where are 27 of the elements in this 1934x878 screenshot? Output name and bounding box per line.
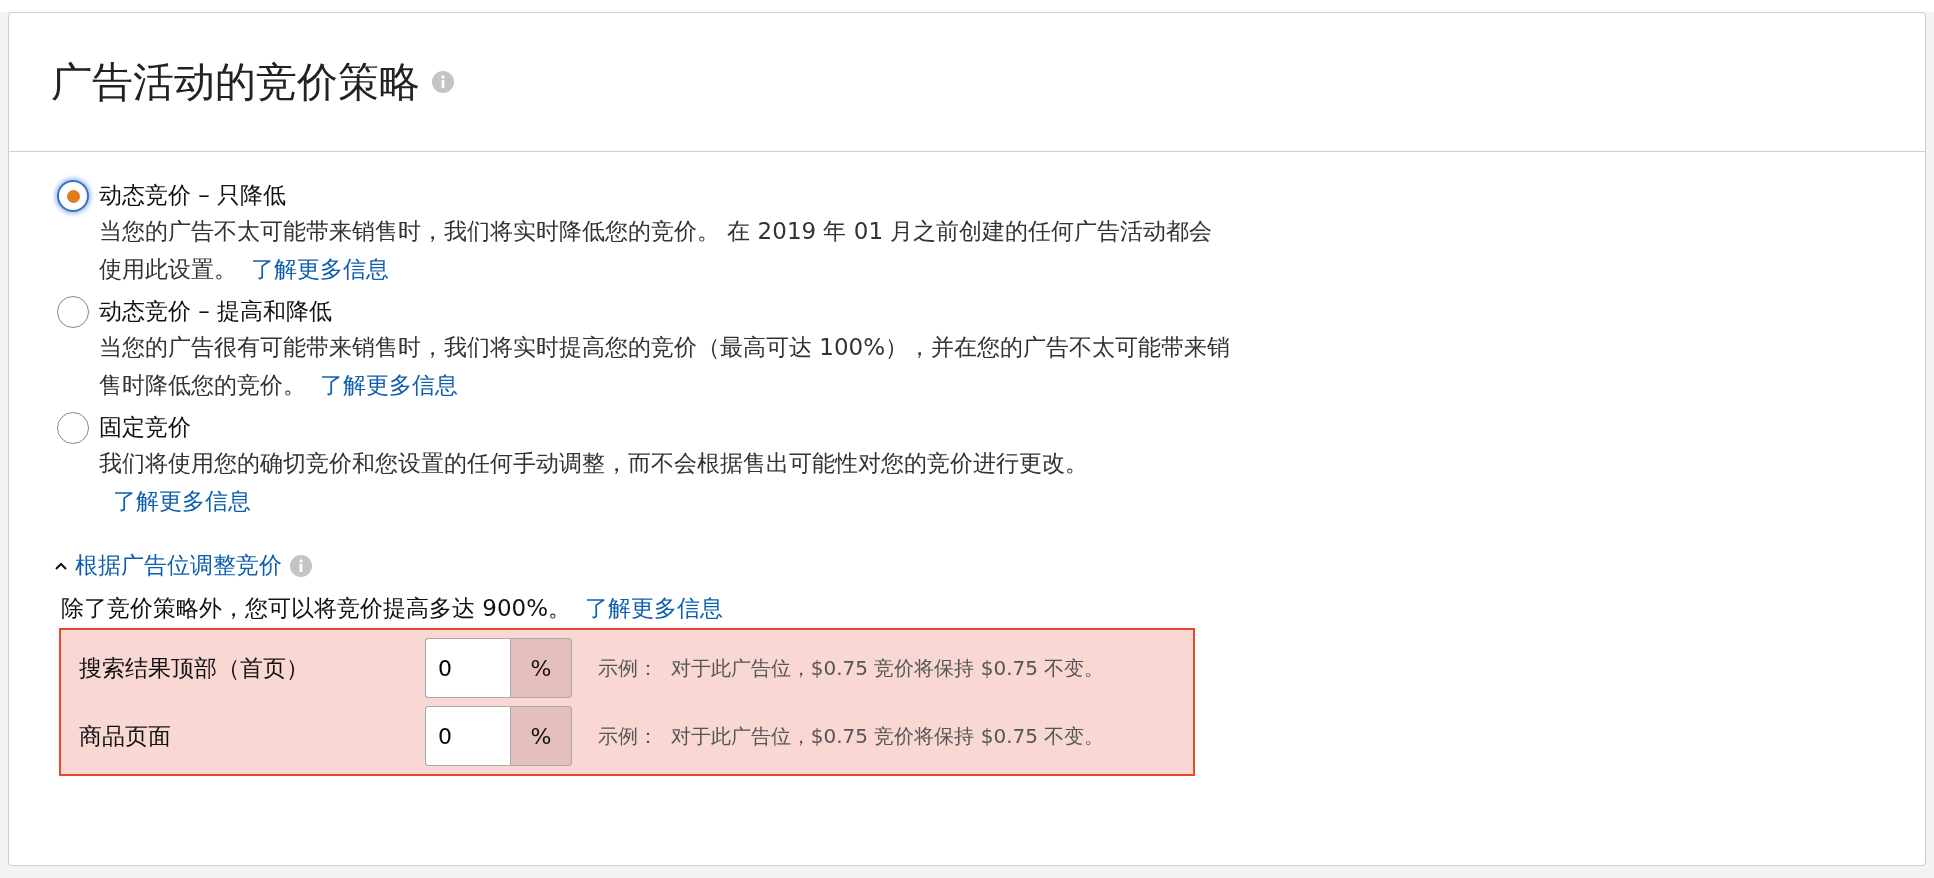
placement-label: 搜索结果顶部（首页） — [79, 653, 310, 683]
percent-input[interactable]: 0 — [425, 638, 510, 698]
unit-label: % — [510, 638, 572, 698]
learn-more-link[interactable]: 了解更多信息 — [320, 372, 458, 398]
percent-input[interactable]: 0 — [425, 706, 510, 766]
option-description: 我们将使用您的确切竞价和您设置的任何手动调整，而不会根据售出可能性对您的竞价进行更改。 了解更多信息 — [99, 449, 1089, 516]
info-icon — [290, 554, 312, 577]
radio-button[interactable] — [57, 180, 89, 212]
learn-more-link[interactable]: 了解更多信息 — [585, 595, 724, 621]
info-icon — [432, 71, 454, 93]
example-text: 示例： 对于此广告位，$0.75 竞价将保持 $0.75 不变。 — [598, 722, 1105, 750]
unit-label: % — [510, 706, 572, 766]
placement-intro: 除了竞价策略外，您可以将竞价提高多达 900%。 了解更多信息 — [61, 594, 725, 623]
example-text: 示例： 对于此广告位，$0.75 竞价将保持 $0.75 不变。 — [598, 654, 1105, 682]
placement-label: 商品页面 — [79, 721, 172, 751]
option-label: 固定竞价 — [99, 413, 192, 442]
option-description: 当您的广告很有可能带来销售时，我们将实时提高您的竞价（最高可达 100%），并在您的广告不太可能带来销售时降低您的竞价。 了解更多信息 — [99, 333, 1232, 400]
radio-button[interactable] — [57, 412, 89, 444]
option-description: 当您的广告不太可能带来销售时，我们将实时降低您的竞价。 在 2019 年 01 月之前创建的任何广告活动都会使用此设置。 了解更多信息 — [99, 217, 1214, 284]
option-label: 动态竞价 – 提高和降低 — [99, 297, 334, 326]
option-label: 动态竞价 – 只降低 — [99, 181, 288, 210]
learn-more-link[interactable]: 了解更多信息 — [251, 256, 389, 282]
section-title: 广告活动的竞价策略 — [51, 56, 420, 108]
radio-button[interactable] — [57, 296, 89, 328]
chevron-icon[interactable] — [55, 561, 67, 570]
learn-more-link[interactable]: 了解更多信息 — [113, 488, 251, 514]
placement-toggle[interactable]: 根据广告位调整竞价 — [75, 550, 282, 581]
